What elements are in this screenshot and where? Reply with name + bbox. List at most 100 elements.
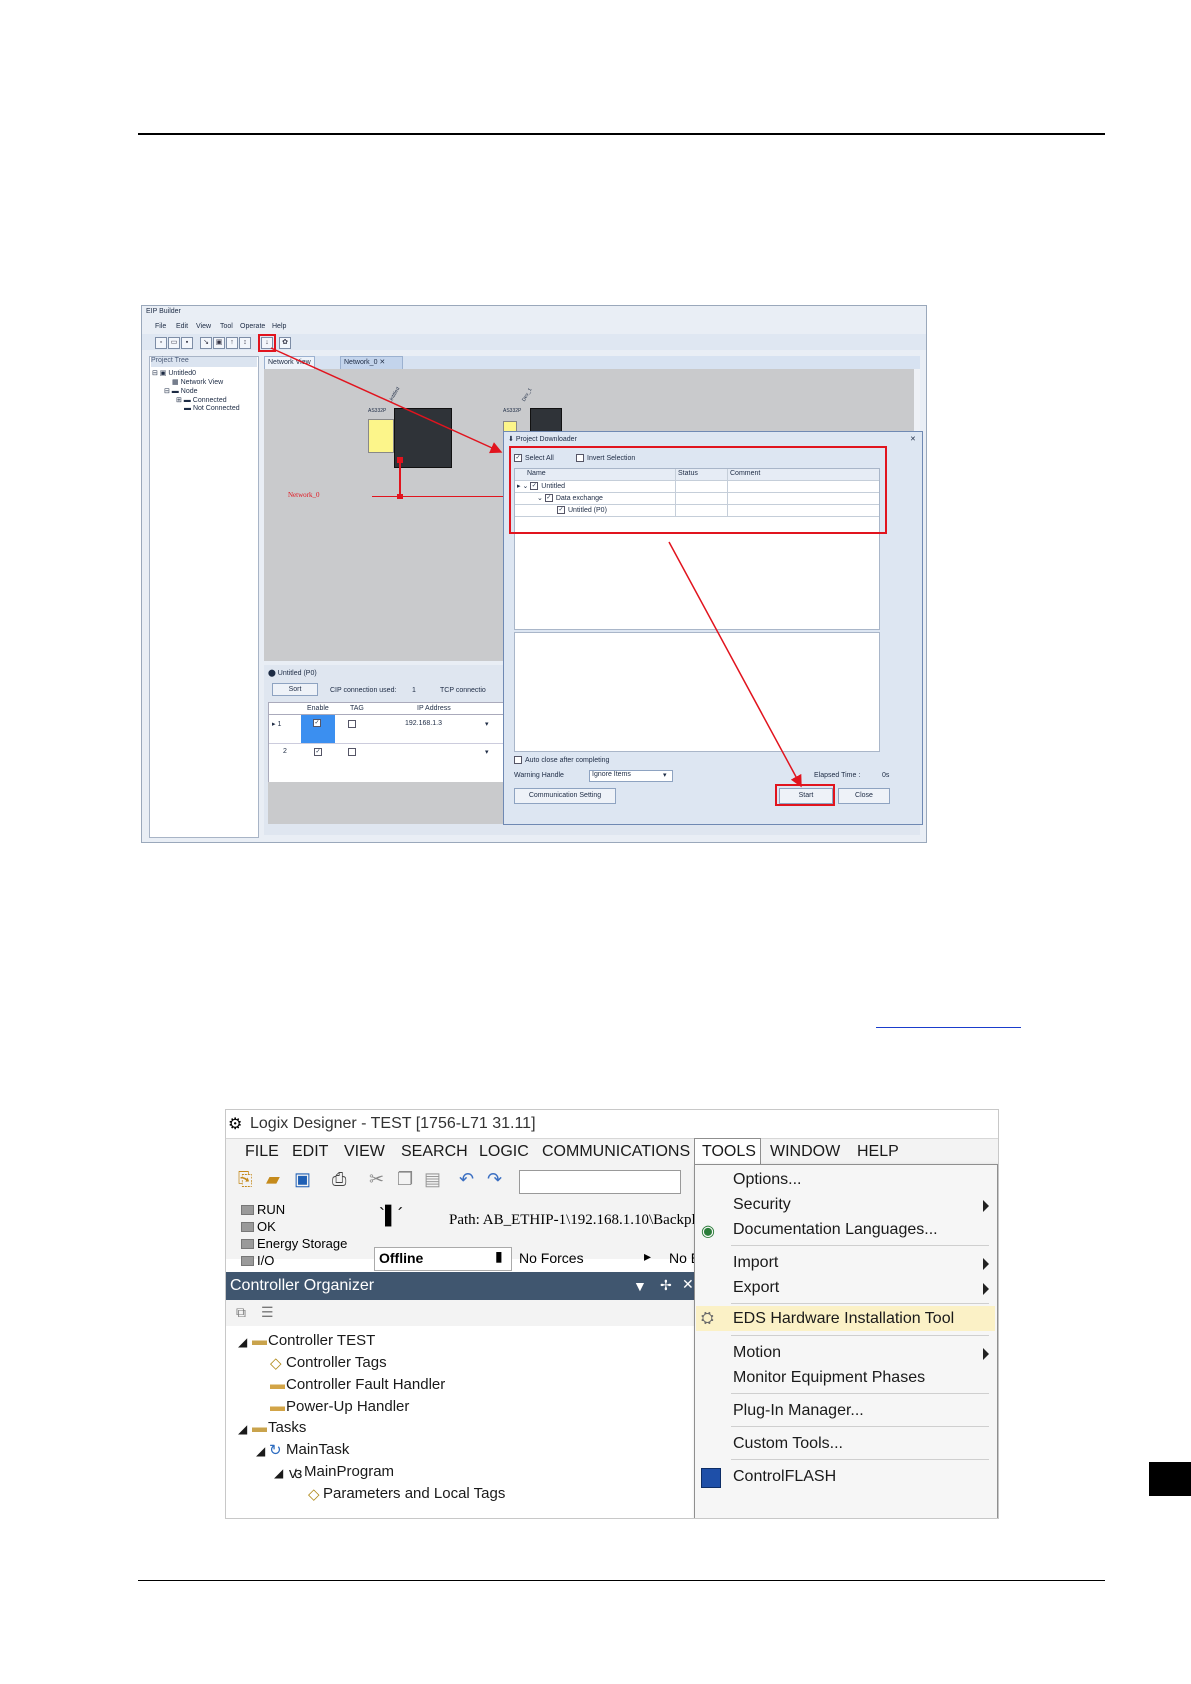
menu-file[interactable]: FILE [245, 1139, 279, 1165]
mode-value: Offline [379, 1250, 424, 1266]
list-view-icon[interactable]: ☰ [261, 1304, 274, 1321]
menu-search[interactable]: SEARCH [401, 1139, 468, 1165]
menu-plugin-manager[interactable]: Plug-In Manager... [733, 1402, 864, 1420]
globe-icon: ◉ [701, 1223, 715, 1240]
menu-controlflash[interactable]: ControlFLASH [733, 1468, 836, 1486]
menu-custom-tools[interactable]: Custom Tools... [733, 1435, 843, 1453]
copy-icon[interactable]: ❐ [397, 1169, 413, 1190]
logix-designer-screenshot: ⚙ Logix Designer - TEST [1756-L71 31.11]… [225, 1109, 999, 1519]
tree-mainprogram[interactable]: MainProgram [304, 1463, 394, 1480]
menu-separator [731, 1426, 989, 1427]
collapse-icon[interactable]: ⧉ [236, 1304, 246, 1321]
mode-select[interactable]: Offline ▮ [374, 1247, 512, 1271]
expand-icon[interactable]: ◢ [274, 1466, 283, 1480]
menu-separator [731, 1303, 989, 1304]
tree-maintask[interactable]: MainTask [286, 1441, 349, 1458]
submenu-arrow-icon [983, 1283, 989, 1295]
print-icon[interactable]: ⎙ [332, 1169, 346, 1190]
keyswitch-icon: `▌´ [379, 1205, 404, 1225]
menu-tools[interactable]: TOOLS [702, 1139, 756, 1165]
link-underline[interactable] [876, 1027, 1021, 1028]
search-input[interactable] [519, 1170, 681, 1194]
organizer-title: Controller Organizer [230, 1277, 375, 1294]
arrow-to-dialog [270, 347, 503, 454]
cut-icon[interactable]: ✂ [369, 1169, 384, 1190]
menu-export[interactable]: Export [733, 1279, 779, 1297]
forces-dropdown-icon[interactable]: ▸ [644, 1248, 651, 1265]
status-energy: Energy Storage [257, 1236, 348, 1251]
menu-motion[interactable]: Motion [733, 1344, 781, 1362]
tree-fault-handler[interactable]: Controller Fault Handler [286, 1376, 445, 1393]
menu-separator [731, 1335, 989, 1336]
forces-status[interactable]: No Forces [519, 1250, 584, 1266]
menu-separator [731, 1245, 989, 1246]
app-icon: ⚙ [228, 1116, 243, 1133]
side-tab-marker [1149, 1462, 1191, 1496]
eip-builder-screenshot: EIP Builder File Edit View Tool Operate … [141, 305, 927, 843]
window-title: Logix Designer - TEST [1756-L71 31.11] [250, 1115, 536, 1132]
menu-help[interactable]: HELP [857, 1139, 899, 1165]
menu-edit[interactable]: EDIT [292, 1139, 328, 1165]
task-icon: ↻ [269, 1442, 282, 1459]
submenu-arrow-icon [983, 1200, 989, 1212]
arrow-to-start [668, 541, 802, 788]
tag-icon: ◇ [270, 1355, 282, 1372]
header-rule [138, 133, 1105, 135]
menu-separator [731, 1393, 989, 1394]
tree-powerup-handler[interactable]: Power-Up Handler [286, 1398, 409, 1415]
eds-tool-icon: ⛭ [701, 1310, 714, 1327]
save-icon[interactable]: ▣ [294, 1169, 311, 1190]
energy-led-icon [241, 1239, 254, 1249]
submenu-arrow-icon [983, 1348, 989, 1360]
footer-rule [138, 1580, 1105, 1581]
folder-icon: ▬ [270, 1376, 285, 1393]
ok-led-icon [241, 1222, 254, 1232]
annotation-arrows [270, 347, 802, 788]
folder-icon: ▬ [270, 1398, 285, 1415]
expand-icon[interactable]: ◢ [238, 1335, 247, 1349]
paste-icon[interactable]: ▤ [424, 1169, 441, 1190]
status-run: RUN [257, 1202, 286, 1217]
chevron-down-icon[interactable]: ▼ [633, 1278, 647, 1294]
open-icon[interactable]: ▰ [266, 1169, 280, 1190]
folder-icon: ▬ [252, 1332, 267, 1349]
io-led-icon [241, 1256, 254, 1266]
menu-monitor-equipment-phases[interactable]: Monitor Equipment Phases [733, 1369, 925, 1387]
pin-icon[interactable]: ✢ [660, 1277, 672, 1294]
submenu-arrow-icon [983, 1258, 989, 1270]
expand-icon[interactable]: ◢ [256, 1444, 265, 1458]
status-ok: OK [257, 1219, 276, 1234]
path-label[interactable]: Path: AB_ETHIP-1\192.168.1.10\Backplan [449, 1212, 710, 1229]
status-io: I/O [257, 1253, 275, 1268]
run-led-icon [241, 1205, 254, 1215]
tree-controller-tags[interactable]: Controller Tags [286, 1354, 387, 1371]
controlflash-icon [701, 1468, 721, 1488]
close-icon[interactable]: ✕ [682, 1276, 694, 1293]
tools-menu: Options... Security ◉ Documentation Lang… [694, 1164, 998, 1518]
menu-communications[interactable]: COMMUNICATIONS [542, 1139, 690, 1165]
menu-security[interactable]: Security [733, 1196, 791, 1214]
folder-icon: ▬ [252, 1419, 267, 1436]
organizer-toolbar: ⧉ ☰ [226, 1300, 694, 1326]
redo-icon[interactable]: ↷ [487, 1169, 502, 1190]
tree-controller[interactable]: Controller TEST [268, 1332, 375, 1349]
menu-window[interactable]: WINDOW [770, 1139, 840, 1165]
program-icon: ꟃ [289, 1465, 303, 1482]
menu-logic[interactable]: LOGIC [479, 1139, 529, 1165]
menu-view[interactable]: VIEW [344, 1139, 385, 1165]
undo-icon[interactable]: ↶ [459, 1169, 474, 1190]
menu-eds-hardware-installation-tool[interactable]: EDS Hardware Installation Tool [733, 1310, 954, 1328]
new-icon[interactable]: ⎘ [238, 1169, 252, 1190]
toolbar: ⎘ ▰ ▣ ⎙ ✂ ❐ ▤ ↶ ↷ [226, 1165, 694, 1197]
title-bar: ⚙ Logix Designer - TEST [1756-L71 31.11] [226, 1110, 998, 1138]
menu-import[interactable]: Import [733, 1254, 778, 1272]
menu-documentation-languages[interactable]: Documentation Languages... [733, 1221, 938, 1239]
organizer-header: Controller Organizer ▼ ✢ ✕ [226, 1272, 694, 1300]
menu-bar: FILE EDIT VIEW SEARCH LOGIC COMMUNICATIO… [226, 1138, 998, 1166]
tree-parameters[interactable]: Parameters and Local Tags [323, 1485, 505, 1502]
mode-icon: ▮ [495, 1248, 503, 1264]
expand-icon[interactable]: ◢ [238, 1422, 247, 1436]
tag-icon: ◇ [308, 1486, 320, 1503]
menu-options[interactable]: Options... [733, 1171, 801, 1189]
tree-tasks[interactable]: Tasks [268, 1419, 306, 1436]
